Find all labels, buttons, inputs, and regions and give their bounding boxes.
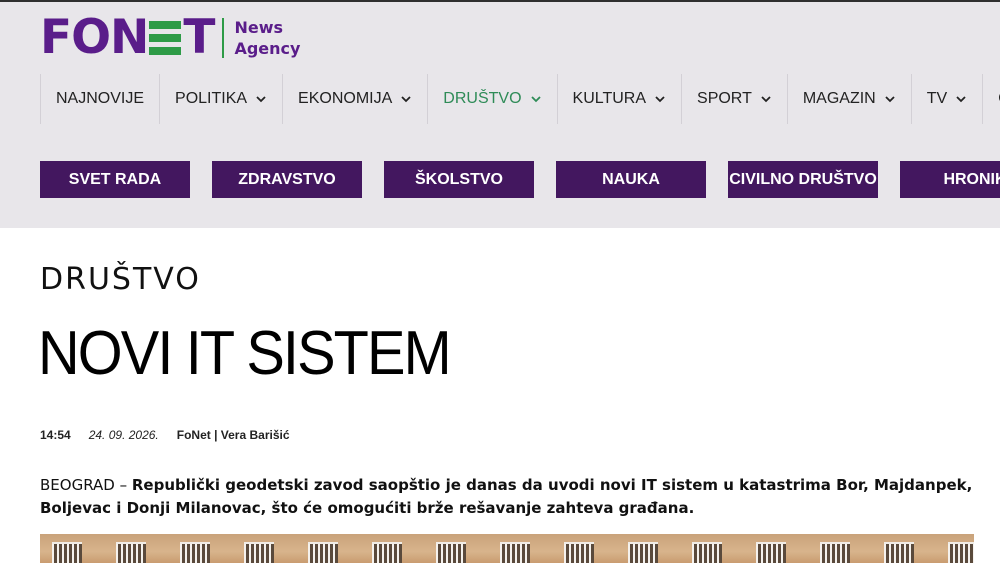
logo-subtitle: News Agency [234,17,300,59]
nav-item-osta[interactable]: OSTA [982,74,1000,124]
logo-word-right: T [183,10,215,65]
nav-item-tv[interactable]: TV [910,74,982,124]
article-source: FoNet | Vera Barišić [176,428,290,442]
building-window [500,542,530,563]
nav-item-label: NAJNOVIJE [56,90,145,107]
main-nav: NAJNOVIJE POLITIKA EKONOMIJA DRUŠTVO KULTURA… [40,74,1000,124]
building-window [308,542,338,563]
sub-nav: SVET RADA ZDRAVSTVO ŠKOLSTVO NAUKA CIVILNO D… [40,161,1000,198]
building-window [692,542,722,563]
article-category[interactable]: DRUŠTVO [40,262,201,297]
building-window [436,542,466,563]
logo-e-bars-icon [149,21,182,55]
chevron-down-icon [400,93,412,105]
nav-item-ekonomija[interactable]: EKONOMIJA [282,74,427,124]
logo-divider [222,18,225,58]
logo-sub-line1: News [234,18,284,37]
building-window [948,542,974,563]
chevron-down-icon [255,93,267,105]
logo-word-left: FON [40,10,149,65]
nav-item-label: MAGAZIN [802,90,876,107]
article-title: NOVI IT SISTEM [38,319,452,388]
chevron-down-icon [760,93,772,105]
chevron-down-icon [884,93,896,105]
building-window [244,542,274,563]
subnav-button[interactable]: CIVILNO DRUŠTVO [728,161,878,198]
lead-text: Republički geodetski zavod saopštio je d… [40,476,973,517]
building-window [564,542,594,563]
nav-item-label: DRUŠTVO [443,90,522,107]
article-lead: BEOGRAD – Republički geodetski zavod sao… [40,474,980,520]
subnav-button[interactable]: NAUKA [556,161,706,198]
building-window [884,542,914,563]
subnav-button[interactable]: ZDRAVSTVO [212,161,362,198]
chevron-down-icon [530,93,542,105]
nav-item-društvo[interactable]: DRUŠTVO [427,74,556,124]
article-time: 14:54 [40,428,71,442]
building-window [756,542,786,563]
article-image[interactable] [40,534,974,563]
nav-item-sport[interactable]: SPORT [681,74,787,124]
subnav-button[interactable]: SVET RADA [40,161,190,198]
chevron-down-icon [654,93,666,105]
article-meta: 14:54 24. 09. 2026. FoNet | Vera Barišić [40,428,290,442]
nav-item-label: EKONOMIJA [298,90,393,107]
chevron-down-icon [955,93,967,105]
building-window [628,542,658,563]
fonet-logo[interactable]: FON T News Agency [40,14,300,62]
nav-item-kultura[interactable]: KULTURA [556,74,682,124]
article-date: 24. 09. 2026. [88,428,159,442]
logo-sub-line2: Agency [234,39,301,58]
building-window [180,542,210,563]
nav-item-label: KULTURA [572,90,647,107]
nav-item-politika[interactable]: POLITIKA [159,74,282,124]
building-window [820,542,850,563]
nav-item-label: SPORT [697,90,752,107]
nav-item-label: TV [926,90,948,107]
lead-place: BEOGRAD – [40,476,132,494]
subnav-button[interactable]: HRONIK [900,161,1000,198]
nav-item-magazin[interactable]: MAGAZIN [786,74,911,124]
nav-item-label: POLITIKA [175,90,248,107]
site-header: FON T News Agency NAJNOVIJE POLITIKA EKONO… [0,2,1000,228]
nav-item-najnovije[interactable]: NAJNOVIJE [40,74,159,124]
building-window [116,542,146,563]
logo-wordmark: FON T [40,10,215,65]
subnav-button[interactable]: ŠKOLSTVO [384,161,534,198]
building-window [372,542,402,563]
building-window [52,542,82,563]
